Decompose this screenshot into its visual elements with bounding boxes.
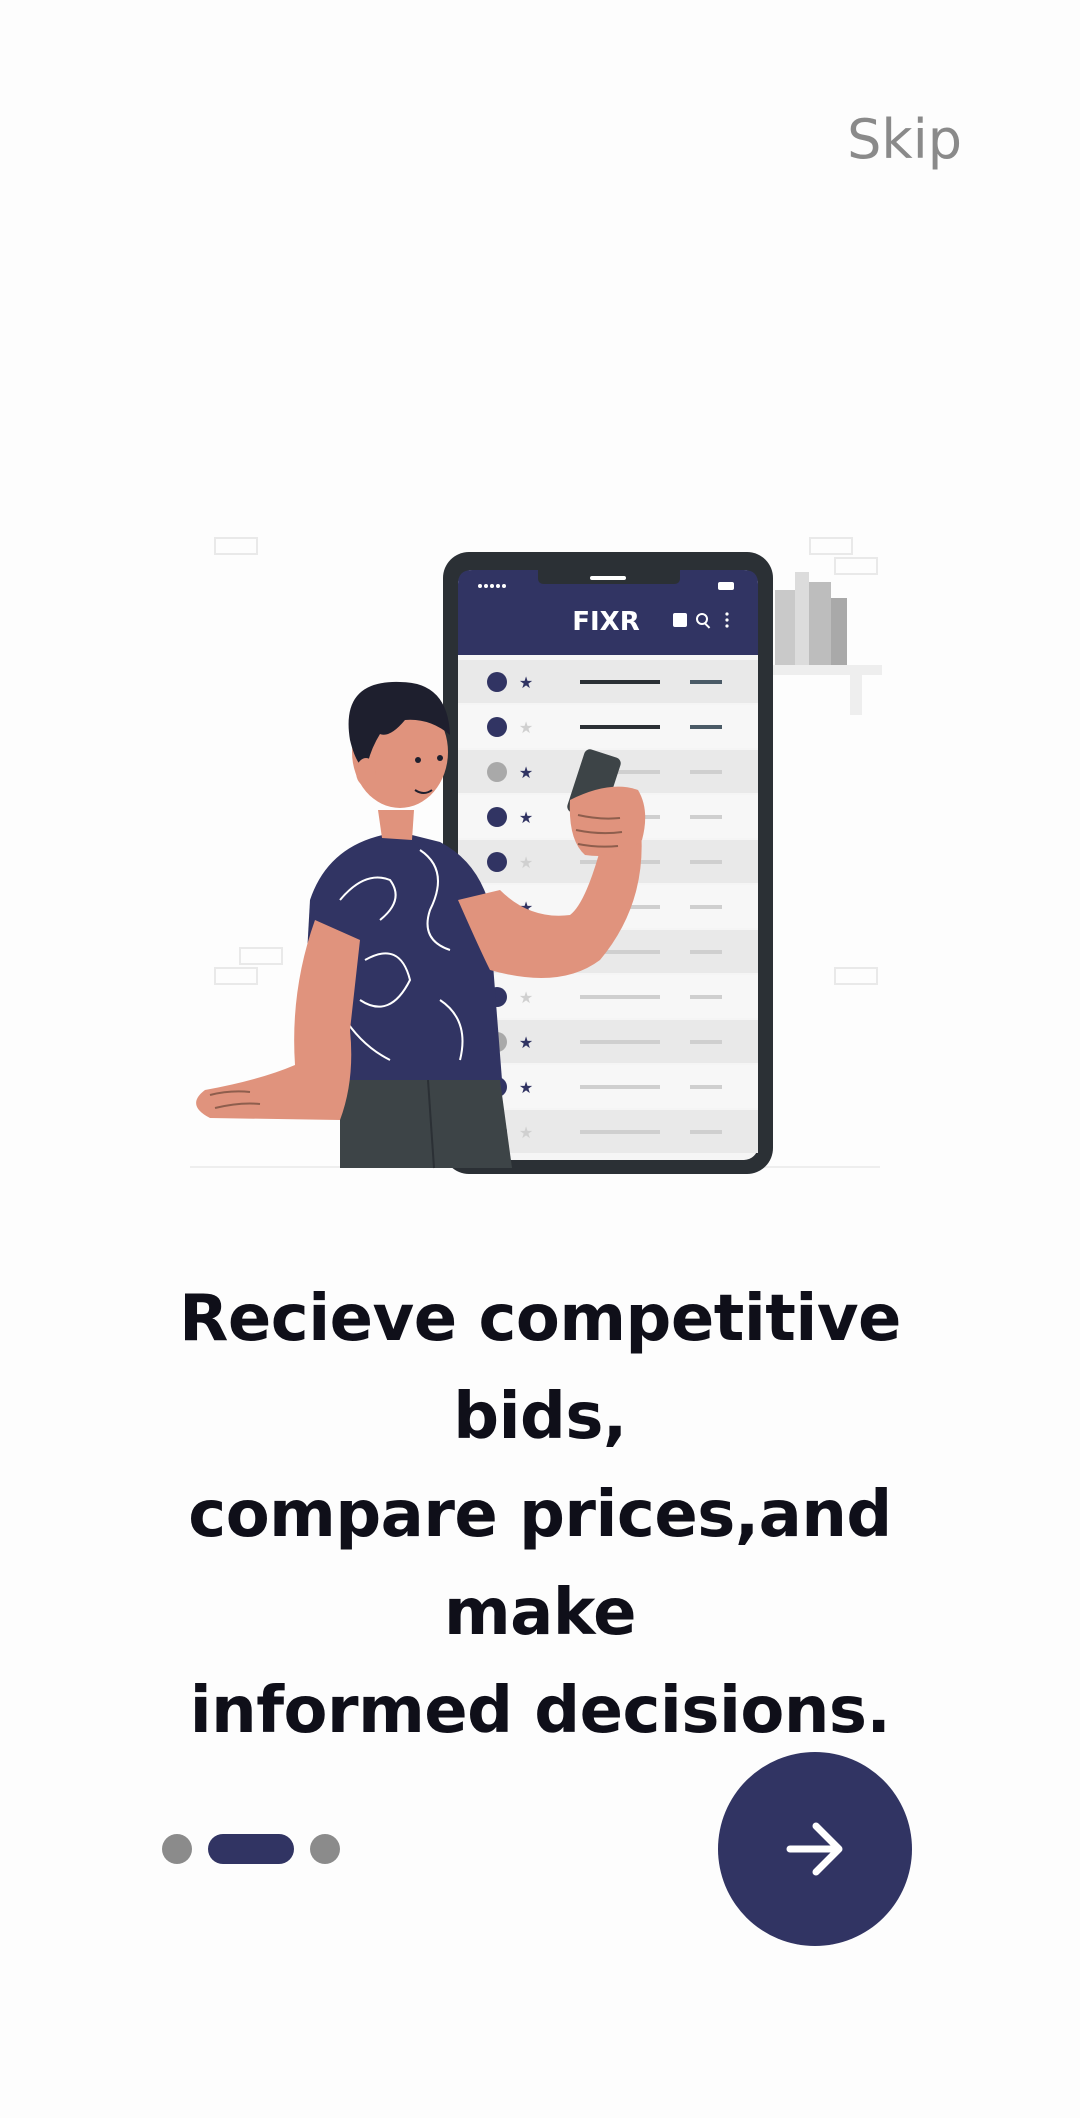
phone-list-row: ★ (458, 660, 758, 703)
page-dot-active (208, 1834, 294, 1864)
svg-text:★: ★ (519, 1080, 533, 1097)
svg-text:★: ★ (519, 990, 533, 1007)
page-dot (310, 1834, 340, 1864)
onboarding-headline: Recieve competitive bids, compare prices… (90, 1270, 990, 1760)
svg-text:★: ★ (519, 720, 533, 737)
page-indicator (162, 1834, 340, 1864)
onboarding-illustration: FIXR ★★★★★★★★★★★ (190, 537, 882, 1174)
svg-text:★: ★ (519, 810, 533, 827)
svg-text:★: ★ (519, 1125, 533, 1142)
arrow-right-icon (786, 1822, 843, 1876)
headline-line: compare prices,and make (188, 1478, 892, 1650)
phone-list-row: ★ (458, 1020, 758, 1063)
next-button[interactable] (718, 1752, 912, 1946)
phone-list-row: ★ (458, 705, 758, 748)
svg-text:★: ★ (519, 765, 533, 782)
phone-list-row: ★ (458, 1065, 758, 1108)
headline-line: informed decisions. (189, 1674, 891, 1748)
page-dot (162, 1834, 192, 1864)
app-logo: FIXR (572, 607, 640, 637)
svg-text:★: ★ (519, 855, 533, 872)
skip-button[interactable]: Skip (847, 108, 962, 171)
phone-list-row: ★ (458, 975, 758, 1018)
shelf-books (772, 572, 882, 715)
headline-line: Recieve competitive bids, (179, 1282, 901, 1454)
svg-text:★: ★ (519, 1035, 533, 1052)
svg-text:★: ★ (519, 675, 533, 692)
